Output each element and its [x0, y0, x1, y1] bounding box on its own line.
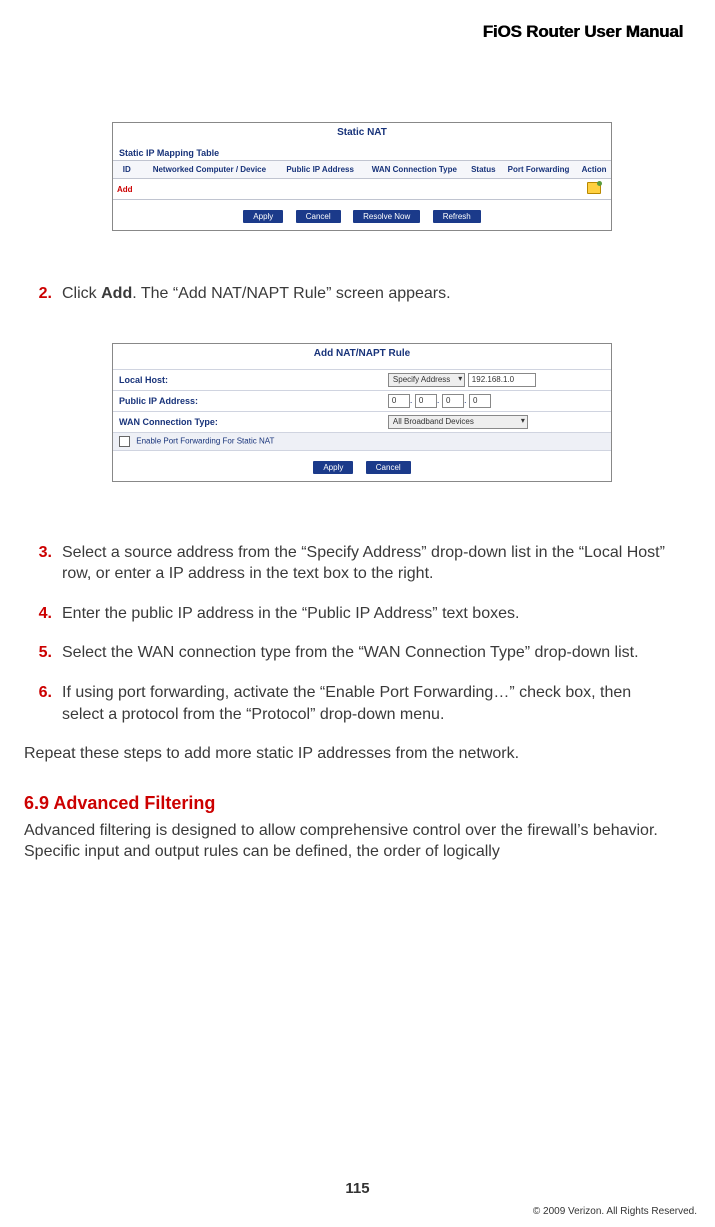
step2-post: . The “Add NAT/NAPT Rule” screen appears…	[132, 285, 450, 302]
step-body: If using port forwarding, activate the “…	[62, 682, 677, 725]
public-ip-2[interactable]: 0	[415, 394, 437, 408]
col-id: ID	[113, 161, 141, 179]
step2-bold: Add	[101, 285, 132, 302]
apply-button-2[interactable]: Apply	[313, 461, 353, 474]
screenshot1-title: Static NAT	[113, 123, 611, 148]
add-link[interactable]: Add	[113, 179, 141, 200]
public-ip-label: Public IP Address:	[113, 390, 382, 411]
enable-port-fwd-checkbox[interactable]	[119, 436, 130, 447]
enable-port-fwd-label: Enable Port Forwarding For Static NAT	[136, 436, 274, 445]
col-status: Status	[467, 161, 500, 179]
step-body: Click Add. The “Add NAT/NAPT Rule” scree…	[62, 283, 677, 305]
step-num: 6.	[24, 682, 62, 725]
step-5: 5. Select the WAN connection type from t…	[24, 642, 677, 664]
add-action-icon[interactable]	[587, 182, 601, 194]
wan-type-label: WAN Connection Type:	[113, 411, 382, 432]
refresh-button[interactable]: Refresh	[433, 210, 481, 223]
local-host-label: Local Host:	[113, 369, 382, 390]
page: FiOS Router User Manual Static NAT Stati…	[0, 0, 715, 1227]
after-steps-text: Repeat these steps to add more static IP…	[24, 743, 685, 765]
apply-button[interactable]: Apply	[243, 210, 283, 223]
col-portfwd: Port Forwarding	[500, 161, 577, 179]
step-num: 4.	[24, 603, 62, 625]
nat-rule-form: Local Host: Specify Address 192.168.1.0 …	[113, 369, 611, 451]
screenshot-add-nat-rule: Add NAT/NAPT Rule Local Host: Specify Ad…	[112, 343, 612, 482]
step-body: Select the WAN connection type from the …	[62, 642, 677, 664]
step2-pre: Click	[62, 285, 101, 302]
header-title: FiOS Router User Manual	[24, 22, 685, 42]
step-3: 3. Select a source address from the “Spe…	[24, 542, 677, 585]
step-num: 5.	[24, 642, 62, 664]
col-device: Networked Computer / Device	[141, 161, 279, 179]
step-num: 3.	[24, 542, 62, 585]
resolve-now-button[interactable]: Resolve Now	[353, 210, 420, 223]
cancel-button[interactable]: Cancel	[296, 210, 341, 223]
screenshot-static-nat: Static NAT Static IP Mapping Table ID Ne…	[112, 122, 612, 231]
screenshot2-title: Add NAT/NAPT Rule	[113, 344, 611, 369]
page-number: 115	[0, 1180, 715, 1197]
col-publicip: Public IP Address	[278, 161, 362, 179]
step-body: Enter the public IP address in the “Publ…	[62, 603, 677, 625]
screenshot1-button-row: Apply Cancel Resolve Now Refresh	[113, 200, 611, 230]
copyright: © 2009 Verizon. All Rights Reserved.	[533, 1206, 697, 1217]
public-ip-1[interactable]: 0	[388, 394, 410, 408]
local-host-input[interactable]: 192.168.1.0	[468, 373, 536, 387]
static-ip-table: ID Networked Computer / Device Public IP…	[113, 160, 611, 200]
col-action: Action	[577, 161, 611, 179]
section-body: Advanced filtering is designed to allow …	[24, 820, 685, 863]
screenshot1-subtitle: Static IP Mapping Table	[113, 148, 611, 160]
section-heading: 6.9 Advanced Filtering	[24, 793, 685, 814]
step-num: 2.	[24, 283, 62, 305]
local-host-select[interactable]: Specify Address	[388, 373, 465, 387]
step-body: Select a source address from the “Specif…	[62, 542, 677, 585]
col-wan: WAN Connection Type	[362, 161, 467, 179]
step-6: 6. If using port forwarding, activate th…	[24, 682, 677, 725]
public-ip-4[interactable]: 0	[469, 394, 491, 408]
step-2: 2. Click Add. The “Add NAT/NAPT Rule” sc…	[24, 283, 677, 305]
step-4: 4. Enter the public IP address in the “P…	[24, 603, 677, 625]
wan-type-select[interactable]: All Broadband Devices	[388, 415, 528, 429]
table-row-add: Add	[113, 179, 611, 200]
screenshot2-button-row: Apply Cancel	[113, 451, 611, 481]
public-ip-3[interactable]: 0	[442, 394, 464, 408]
cancel-button-2[interactable]: Cancel	[366, 461, 411, 474]
